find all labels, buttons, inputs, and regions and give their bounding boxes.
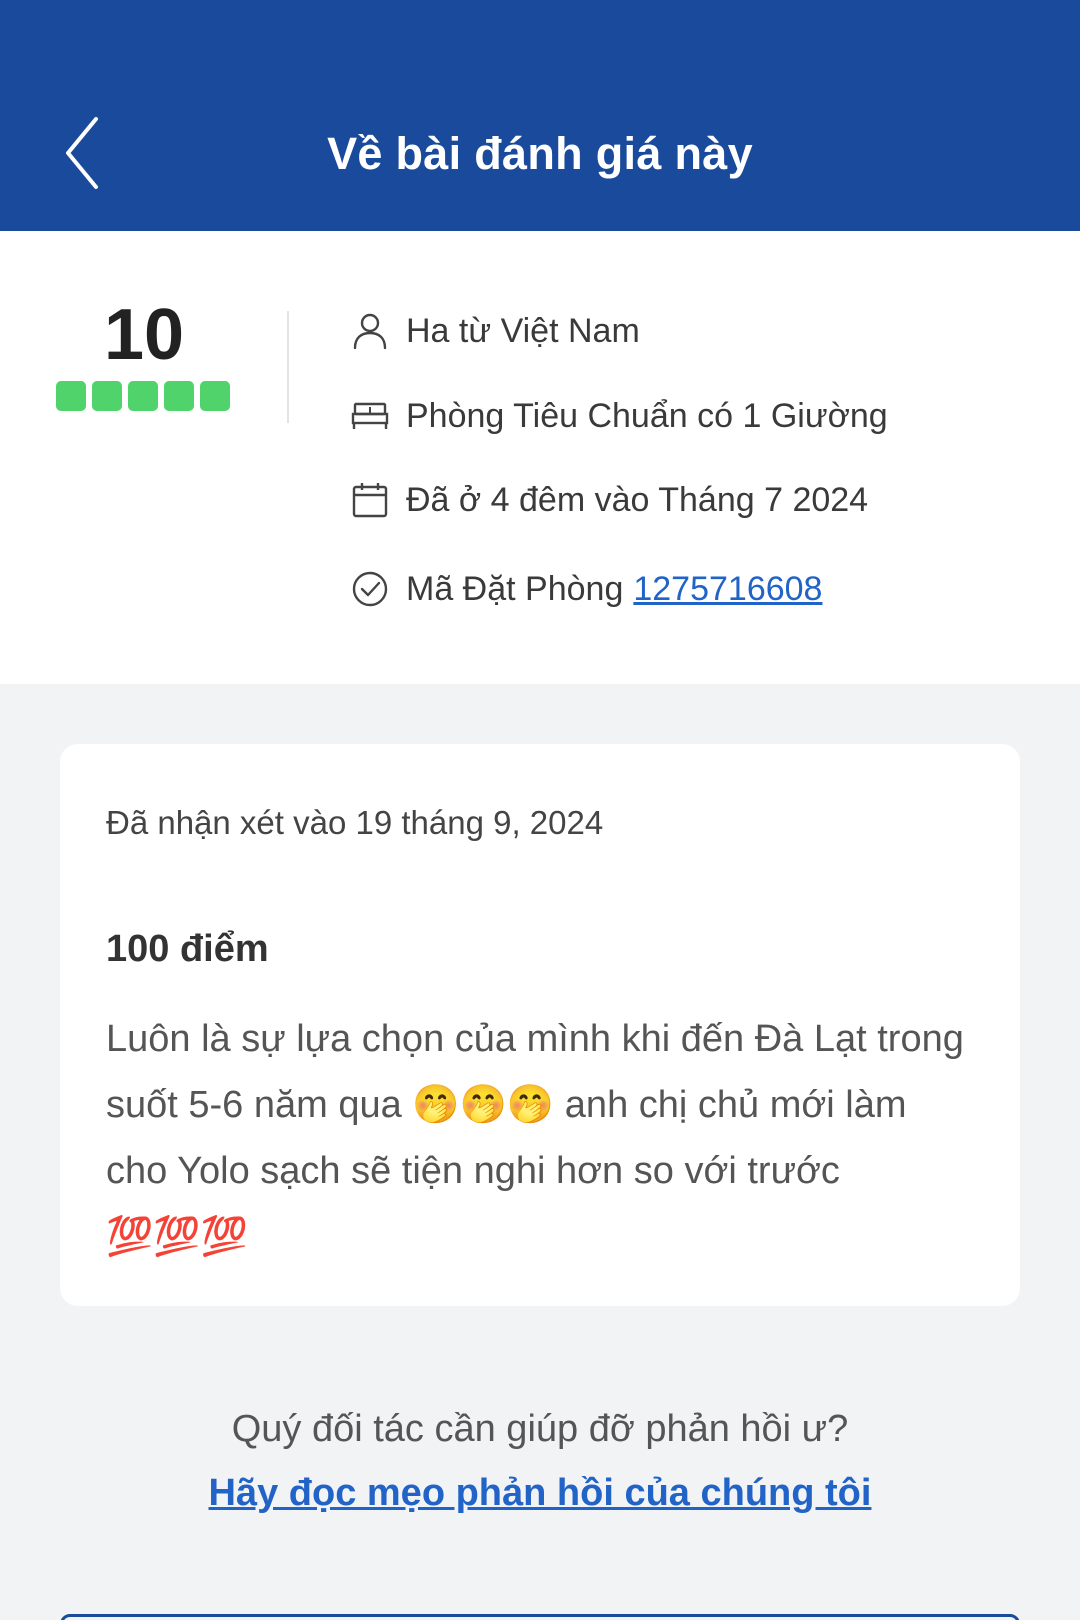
score-bar bbox=[200, 381, 230, 411]
calendar-icon bbox=[350, 480, 390, 520]
score-bar bbox=[128, 381, 158, 411]
person-icon bbox=[350, 311, 390, 351]
score-bar bbox=[92, 381, 122, 411]
review-body: Luôn là sự lựa chọn của mình khi đến Đà … bbox=[106, 1018, 964, 1258]
review-info-section: 10 Ha từ Việt Nam Phòng Tiêu Chuẩn có 1 … bbox=[0, 231, 1080, 684]
vertical-divider bbox=[287, 311, 289, 423]
help-text: Quý đối tác cần giúp đỡ phản hồi ư? bbox=[231, 1408, 849, 1450]
review-score: 10 bbox=[103, 295, 185, 375]
response-tips-link[interactable]: Hãy đọc mẹo phản hồi của chúng tôi bbox=[0, 1472, 1080, 1515]
review-title: 100 điểm bbox=[106, 928, 269, 970]
score-bar bbox=[56, 381, 86, 411]
bottom-button-edge[interactable] bbox=[60, 1614, 1020, 1620]
top-app-bar: Về bài đánh giá này bbox=[0, 0, 1080, 231]
booking-row: Mã Đặt Phòng 1275716608 bbox=[350, 569, 822, 609]
guest-label: Ha từ Việt Nam bbox=[406, 311, 640, 350]
guest-row: Ha từ Việt Nam bbox=[350, 311, 640, 351]
check-circle-icon bbox=[350, 569, 390, 609]
score-bar bbox=[164, 381, 194, 411]
review-date: Đã nhận xét vào 19 tháng 9, 2024 bbox=[106, 804, 604, 841]
stay-label: Đã ở 4 đêm vào Tháng 7 2024 bbox=[406, 480, 869, 519]
room-label: Phòng Tiêu Chuẩn có 1 Giường bbox=[406, 396, 888, 435]
booking-number-link[interactable]: 1275716608 bbox=[633, 570, 822, 609]
stay-row: Đã ở 4 đêm vào Tháng 7 2024 bbox=[350, 480, 868, 520]
bed-icon bbox=[350, 396, 390, 436]
room-row: Phòng Tiêu Chuẩn có 1 Giường bbox=[350, 396, 888, 436]
page-title: Về bài đánh giá này bbox=[327, 128, 753, 179]
booking-label: Mã Đặt Phòng bbox=[406, 569, 624, 608]
review-card: Đã nhận xét vào 19 tháng 9, 2024 100 điể… bbox=[60, 744, 1020, 1306]
score-bars bbox=[56, 381, 230, 411]
